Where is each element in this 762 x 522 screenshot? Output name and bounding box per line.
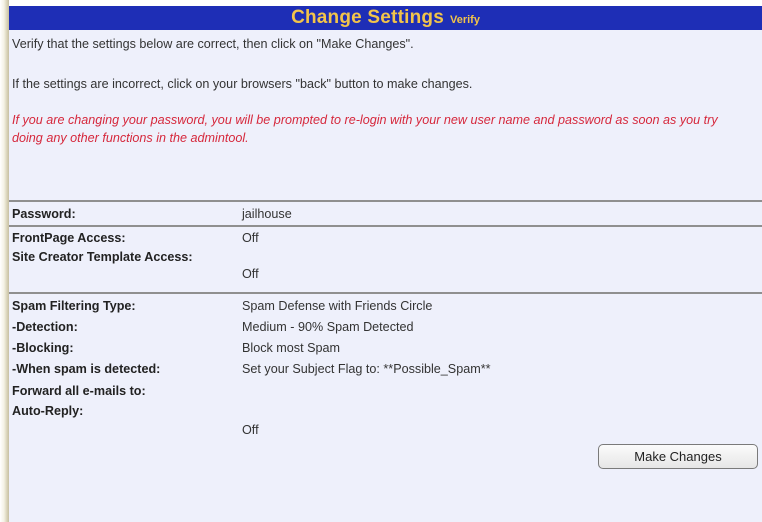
password-value: jailhouse — [242, 207, 292, 221]
panel-header: Change Settings Verify — [9, 6, 762, 30]
frontpage-value: Off — [242, 231, 259, 245]
left-edge-bar — [0, 0, 9, 522]
divider — [9, 200, 762, 202]
site-creator-label: Site Creator Template Access: — [12, 250, 193, 264]
blocking-label: -Blocking: — [12, 341, 74, 355]
spam-type-value: Spam Defense with Friends Circle — [242, 299, 433, 313]
blocking-value: Block most Spam — [242, 341, 340, 355]
detection-label: -Detection: — [12, 320, 78, 334]
site-creator-value: Off — [242, 267, 259, 281]
password-warning: If you are changing your password, you w… — [12, 113, 718, 145]
spam-type-label: Spam Filtering Type: — [12, 299, 136, 313]
when-detected-label: -When spam is detected: — [12, 362, 161, 376]
incorrect-message: If the settings are incorrect, click on … — [12, 77, 473, 91]
autoreply-value: Off — [242, 423, 259, 437]
autoreply-label: Auto-Reply: — [12, 404, 84, 418]
page-title: Change Settings — [291, 7, 444, 28]
messages: Verify that the settings below are corre… — [9, 30, 762, 147]
verify-message: Verify that the settings below are corre… — [12, 37, 414, 51]
frontpage-label: FrontPage Access: — [12, 231, 126, 245]
forward-label: Forward all e-mails to: — [12, 384, 146, 398]
divider — [9, 225, 762, 227]
settings-panel: Change Settings Verify Verify that the se… — [9, 6, 762, 522]
make-changes-button[interactable]: Make Changes — [598, 444, 758, 469]
when-detected-value: Set your Subject Flag to: **Possible_Spa… — [242, 362, 491, 376]
detection-value: Medium - 90% Spam Detected — [242, 320, 414, 334]
password-label: Password: — [12, 207, 76, 221]
divider — [9, 292, 762, 294]
page-subtitle: Verify — [449, 14, 480, 26]
